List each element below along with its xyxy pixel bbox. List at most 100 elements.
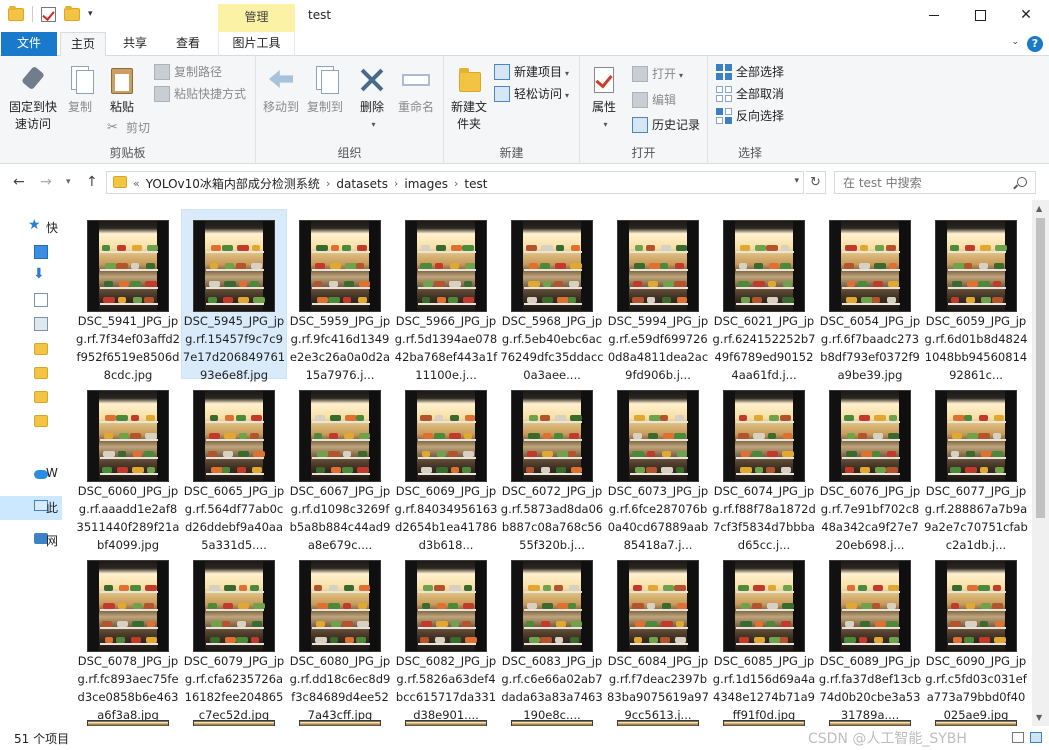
up-arrow-icon[interactable]: ↑ [86,174,98,190]
nav-item[interactable] [0,362,62,386]
nav-item[interactable]: 此 [0,496,62,520]
tab-view[interactable]: 查看 [165,32,211,56]
large-icons-view-icon[interactable] [1030,732,1042,743]
delete-button[interactable]: 删除 ▾ [354,64,390,133]
copy-button[interactable]: 复制 [62,64,98,116]
paste-button[interactable]: 粘贴 [102,64,142,116]
details-view-icon[interactable] [1012,732,1024,743]
scrollbar-thumb[interactable] [1036,218,1045,518]
tab-file[interactable]: 文件 [1,32,57,56]
breadcrumb-item[interactable]: YOLOv10冰箱内部成分检测系统 [140,175,326,192]
tab-picture-tools[interactable]: 图片工具 [218,32,295,56]
edit-icon [632,92,648,108]
select-all-button[interactable]: 全部选择 [716,62,784,82]
address-bar[interactable]: « YOLOv10冰箱内部成分检测系统 › datasets › images … [106,171,804,194]
properties-dropdown-icon[interactable]: ▾ [589,116,622,133]
nav-item[interactable] [0,386,62,410]
nav-item[interactable] [0,313,62,337]
paste-shortcut-button[interactable]: 粘贴快捷方式 [154,84,246,104]
file-tile[interactable]: DSC_6059_JPG_jpg.rf.6d01b8d48241048bb945… [924,210,1028,382]
tab-home[interactable]: 主页 [60,32,106,57]
new-folder-button[interactable]: 新建文件夹 [446,64,492,133]
qat-customize-icon[interactable]: ▾ [88,9,93,19]
nav-item[interactable] [0,410,62,434]
maximize-button[interactable] [957,0,1003,30]
search-icon[interactable] [1017,177,1027,187]
file-tile[interactable]: DSC_6083_JPG_jpg.rf.c6e66a02ab7dada63a83… [500,550,604,722]
file-tile[interactable]: DSC_5968_JPG_jpg.rf.5eb40ebc6ac76249dfc3… [500,210,604,382]
select-none-button[interactable]: 全部取消 [716,84,784,104]
easy-access-icon [494,86,510,102]
breadcrumb-item[interactable]: test [458,177,493,191]
pin-quick-access-button[interactable]: 固定到快速访问 [6,64,60,133]
file-tile[interactable]: DSC_6067_JPG_jpg.rf.d1098c3269fb5a8b884c… [288,380,392,552]
file-tile[interactable]: DSC_6065_JPG_jpg.rf.564df77ab0cd26ddebf9… [182,380,286,552]
easy-access-button[interactable]: 轻松访问 ▾ [494,84,569,104]
open-button[interactable]: 打开 ▾ [632,64,683,84]
back-arrow-icon[interactable]: ← [13,174,25,190]
scroll-down-icon[interactable]: ▼ [1036,713,1042,722]
file-tile[interactable]: DSC_6077_JPG_jpg.rf.288867a7b9a9a2e7c707… [924,380,1028,552]
file-tile[interactable]: DSC_6085_JPG_jpg.rf.1d156d69a4a4348e1274… [712,550,816,722]
nav-item[interactable] [0,265,62,289]
nav-item[interactable] [0,289,62,313]
new-item-button[interactable]: 新建项目 ▾ [494,62,569,82]
nav-item[interactable] [0,241,62,265]
file-tile[interactable]: DSC_6089_JPG_jpg.rf.fa37d8ef13cb74d0b20c… [818,550,922,722]
breadcrumb-item[interactable]: images [398,177,454,191]
file-tile[interactable]: DSC_5945_JPG_jpg.rf.15457f9c7c97e17d2068… [181,209,287,382]
file-tile[interactable]: DSC_6074_JPG_jpg.rf.f88f78a1872d7cf3f583… [712,380,816,552]
edit-button[interactable]: 编辑 [632,90,676,110]
nav-item[interactable]: 网 [0,529,62,553]
new-folder-icon [453,64,485,96]
recent-locations-icon[interactable]: ▾ [66,177,71,187]
vertical-scrollbar[interactable]: ▲ ▼ [1032,200,1049,726]
tab-share[interactable]: 共享 [112,32,158,56]
file-tile[interactable]: DSC_5941_JPG_jpg.rf.7f34ef03affd2f952f65… [76,210,180,382]
refresh-icon[interactable]: ↻ [806,171,826,194]
ribbon-expand-icon[interactable]: ⌄ [1011,37,1019,47]
copy-path-button[interactable]: 复制路径 [154,62,222,82]
history-button[interactable]: 历史记录 [632,115,700,135]
cut-button[interactable]: 剪切 [106,118,150,138]
nav-item[interactable]: W [0,463,62,487]
close-button[interactable]: ✕ [1003,0,1049,30]
file-tile[interactable]: DSC_6076_JPG_jpg.rf.7e91bf702c848a342ca9… [818,380,922,552]
image-thumbnail [829,560,911,652]
file-tile[interactable]: DSC_6060_JPG_jpg.rf.aaadd1e2af83511440f2… [76,380,180,552]
file-tile[interactable]: DSC_6079_JPG_jpg.rf.cfa6235726a16182fee2… [182,550,286,722]
file-tile[interactable]: DSC_5994_JPG_jpg.rf.e59df6997260d8a4811d… [606,210,710,382]
copy-to-button[interactable]: 复制到 [304,64,346,116]
file-tile[interactable]: DSC_6078_JPG_jpg.rf.fc893aec75fed3ce0858… [76,550,180,722]
file-tile[interactable]: DSC_6080_JPG_jpg.rf.dd18c6ec8d9f3c84689d… [288,550,392,722]
folder-icon[interactable] [8,5,24,21]
nav-item[interactable] [0,338,62,362]
forward-arrow-icon[interactable]: → [40,174,52,190]
nav-item[interactable]: 快 [0,216,62,240]
new-folder-icon[interactable] [64,5,80,21]
help-icon[interactable]: ? [1027,36,1043,52]
file-tile[interactable]: DSC_6082_JPG_jpg.rf.5826a63def4bcc615717… [394,550,498,722]
move-to-button[interactable]: 移动到 [260,64,302,116]
properties-check-icon[interactable] [41,6,56,22]
file-tile[interactable]: DSC_5959_JPG_jpg.rf.9fc416d1349e2e3c26a0… [288,210,392,382]
address-dropdown-icon[interactable]: ▾ [794,176,799,186]
scroll-up-icon[interactable]: ▲ [1036,204,1042,213]
file-tile[interactable]: DSC_6073_JPG_jpg.rf.6fce287076b0a40cd678… [606,380,710,552]
context-tab-manage[interactable]: 管理 [218,4,295,32]
file-tile[interactable]: DSC_6084_JPG_jpg.rf.f7deac2397b83ba90756… [606,550,710,722]
properties-button[interactable]: 属性 ▾ [586,64,622,133]
breadcrumb-item[interactable]: datasets [330,177,394,191]
file-tile[interactable]: DSC_6090_JPG_jpg.rf.c5fd03c031efa773a79b… [924,550,1028,722]
minimize-button[interactable] [911,0,957,30]
rename-button[interactable]: 重命名 [394,64,438,116]
file-tile[interactable]: DSC_6072_JPG_jpg.rf.5873ad8da06b887c08a7… [500,380,604,552]
search-input[interactable] [835,172,1005,193]
file-tile[interactable]: DSC_5966_JPG_jpg.rf.5d1394ae07842ba768ef… [394,210,498,382]
file-tile[interactable]: DSC_6021_JPG_jpg.rf.624152252b749f6789ed… [712,210,816,382]
breadcrumb-overflow-icon[interactable]: « [133,177,140,190]
file-tile[interactable]: DSC_6069_JPG_jpg.rf.84034956163d2654b1ea… [394,380,498,552]
delete-dropdown-icon[interactable]: ▾ [357,116,390,133]
file-tile[interactable]: DSC_6054_JPG_jpg.rf.6f7baadc273b8df793ef… [818,210,922,382]
invert-selection-button[interactable]: 反向选择 [716,106,784,126]
